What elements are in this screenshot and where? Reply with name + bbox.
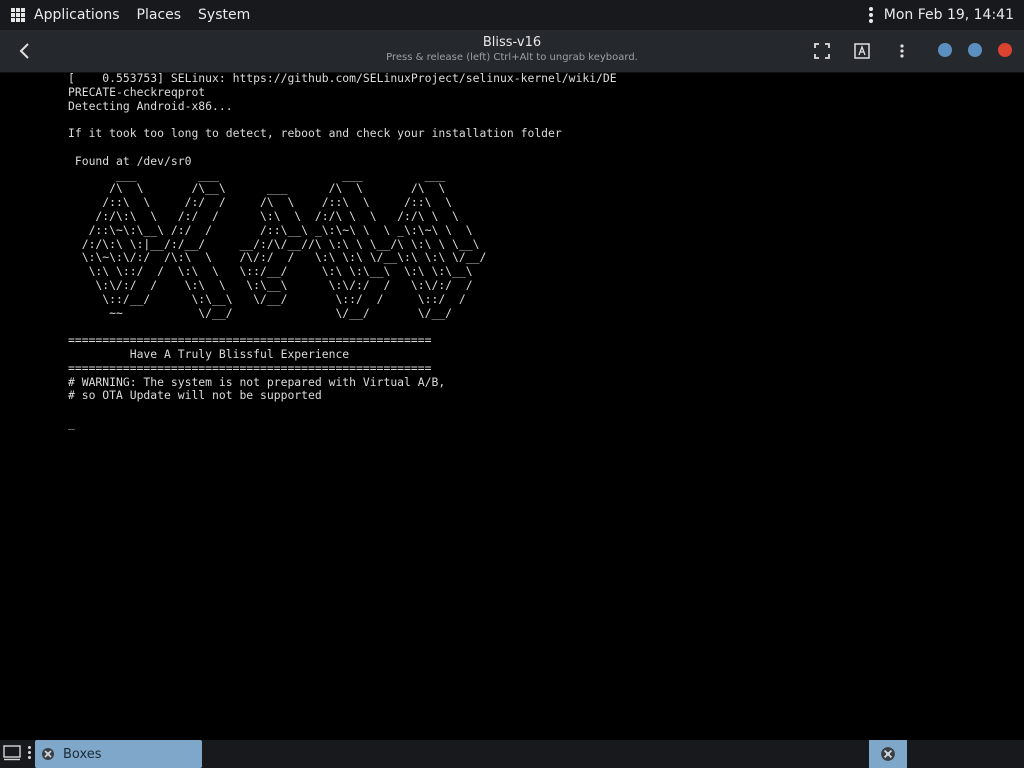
keyboard-icon[interactable] — [852, 41, 872, 61]
menu-places[interactable]: Places — [137, 7, 182, 23]
console-line: /:/\:\ \ /:/ / \:\ \ /:/\ \ \ /:/\ \ \ — [68, 208, 459, 223]
console-line: Found at /dev/sr0 — [68, 153, 192, 168]
fullscreen-icon[interactable] — [812, 41, 832, 61]
console-line: /::\ \ /:/ / /\ \ /::\ \ /::\ \ — [68, 195, 453, 210]
console-line: ___ ___ ___ ___ — [68, 167, 446, 182]
back-arrow-icon[interactable] — [14, 40, 36, 62]
console-line: [ 0.553753] SELinux: https://github.com/… — [68, 71, 617, 85]
console-line: PRECATE-checkreqprot — [68, 84, 206, 99]
console-line: \::/__/ \:\__\ \/__/ \::/ / \::/ / — [68, 291, 466, 306]
maximize-button[interactable] — [968, 43, 982, 57]
console-line: ========================================… — [68, 333, 432, 348]
show-desktop-icon[interactable] — [3, 745, 21, 761]
top-panel: Applications Places System Mon Feb 19, 1… — [0, 0, 1024, 30]
tray-boxes-icon[interactable] — [869, 740, 907, 768]
console-line: ========================================… — [68, 360, 432, 375]
console-line: If it took too long to detect, reboot an… — [68, 126, 562, 141]
boxes-icon — [42, 748, 54, 760]
clock[interactable]: Mon Feb 19, 14:41 — [884, 7, 1014, 23]
console-line: /::\~\:\__\ /:/ / /::\__\ _\:\~\ \ \ _\:… — [68, 222, 473, 237]
console-line: # so OTA Update will not be supported — [68, 388, 322, 403]
console-line: # WARNING: The system is not prepared wi… — [68, 374, 446, 389]
console-line: /:/\:\ \:|__/:/__/ __/:/\/__//\ \:\ \ \_… — [68, 236, 480, 251]
view-menu-icon[interactable] — [892, 41, 912, 61]
console-line: \:\/:/ / \:\ \ \:\__\ \:\/:/ / \:\/:/ / — [68, 277, 473, 292]
minimize-button[interactable] — [938, 43, 952, 57]
window-header: Bliss-v16 Press & release (left) Ctrl+Al… — [0, 30, 1024, 73]
top-panel-right: Mon Feb 19, 14:41 — [868, 0, 1014, 30]
apps-grid-icon[interactable] — [11, 8, 25, 22]
console-line: \:\ \::/ / \:\ \ \::/__/ \:\ \:\__\ \:\ … — [68, 264, 473, 279]
task-boxes-button[interactable]: Boxes — [35, 740, 202, 768]
menu-applications[interactable]: Applications — [34, 7, 120, 23]
console-line: Have A Truly Blissful Experience — [68, 346, 350, 361]
taskbar: Boxes — [0, 740, 1024, 768]
console-line: /\ \ /\__\ ___ /\ \ /\ \ — [68, 181, 446, 196]
vm-console[interactable]: [ 0.553753] SELinux: https://github.com/… — [68, 71, 968, 432]
close-button[interactable] — [998, 43, 1012, 57]
console-line: _ — [68, 415, 75, 430]
console-line: ~~ \/__/ \/__/ \/__/ — [68, 305, 453, 320]
console-line: \:\~\:\/:/ /\:\ \ /\/:/ / \:\ \:\ \/__\:… — [68, 250, 487, 265]
task-boxes-label: Boxes — [63, 746, 102, 762]
menu-system[interactable]: System — [198, 7, 250, 23]
kebab-menu-icon[interactable] — [868, 7, 873, 23]
boxes-icon — [881, 747, 895, 761]
console-line: Detecting Android-x86... — [68, 98, 233, 113]
taskbar-kebab-icon[interactable] — [28, 746, 31, 759]
